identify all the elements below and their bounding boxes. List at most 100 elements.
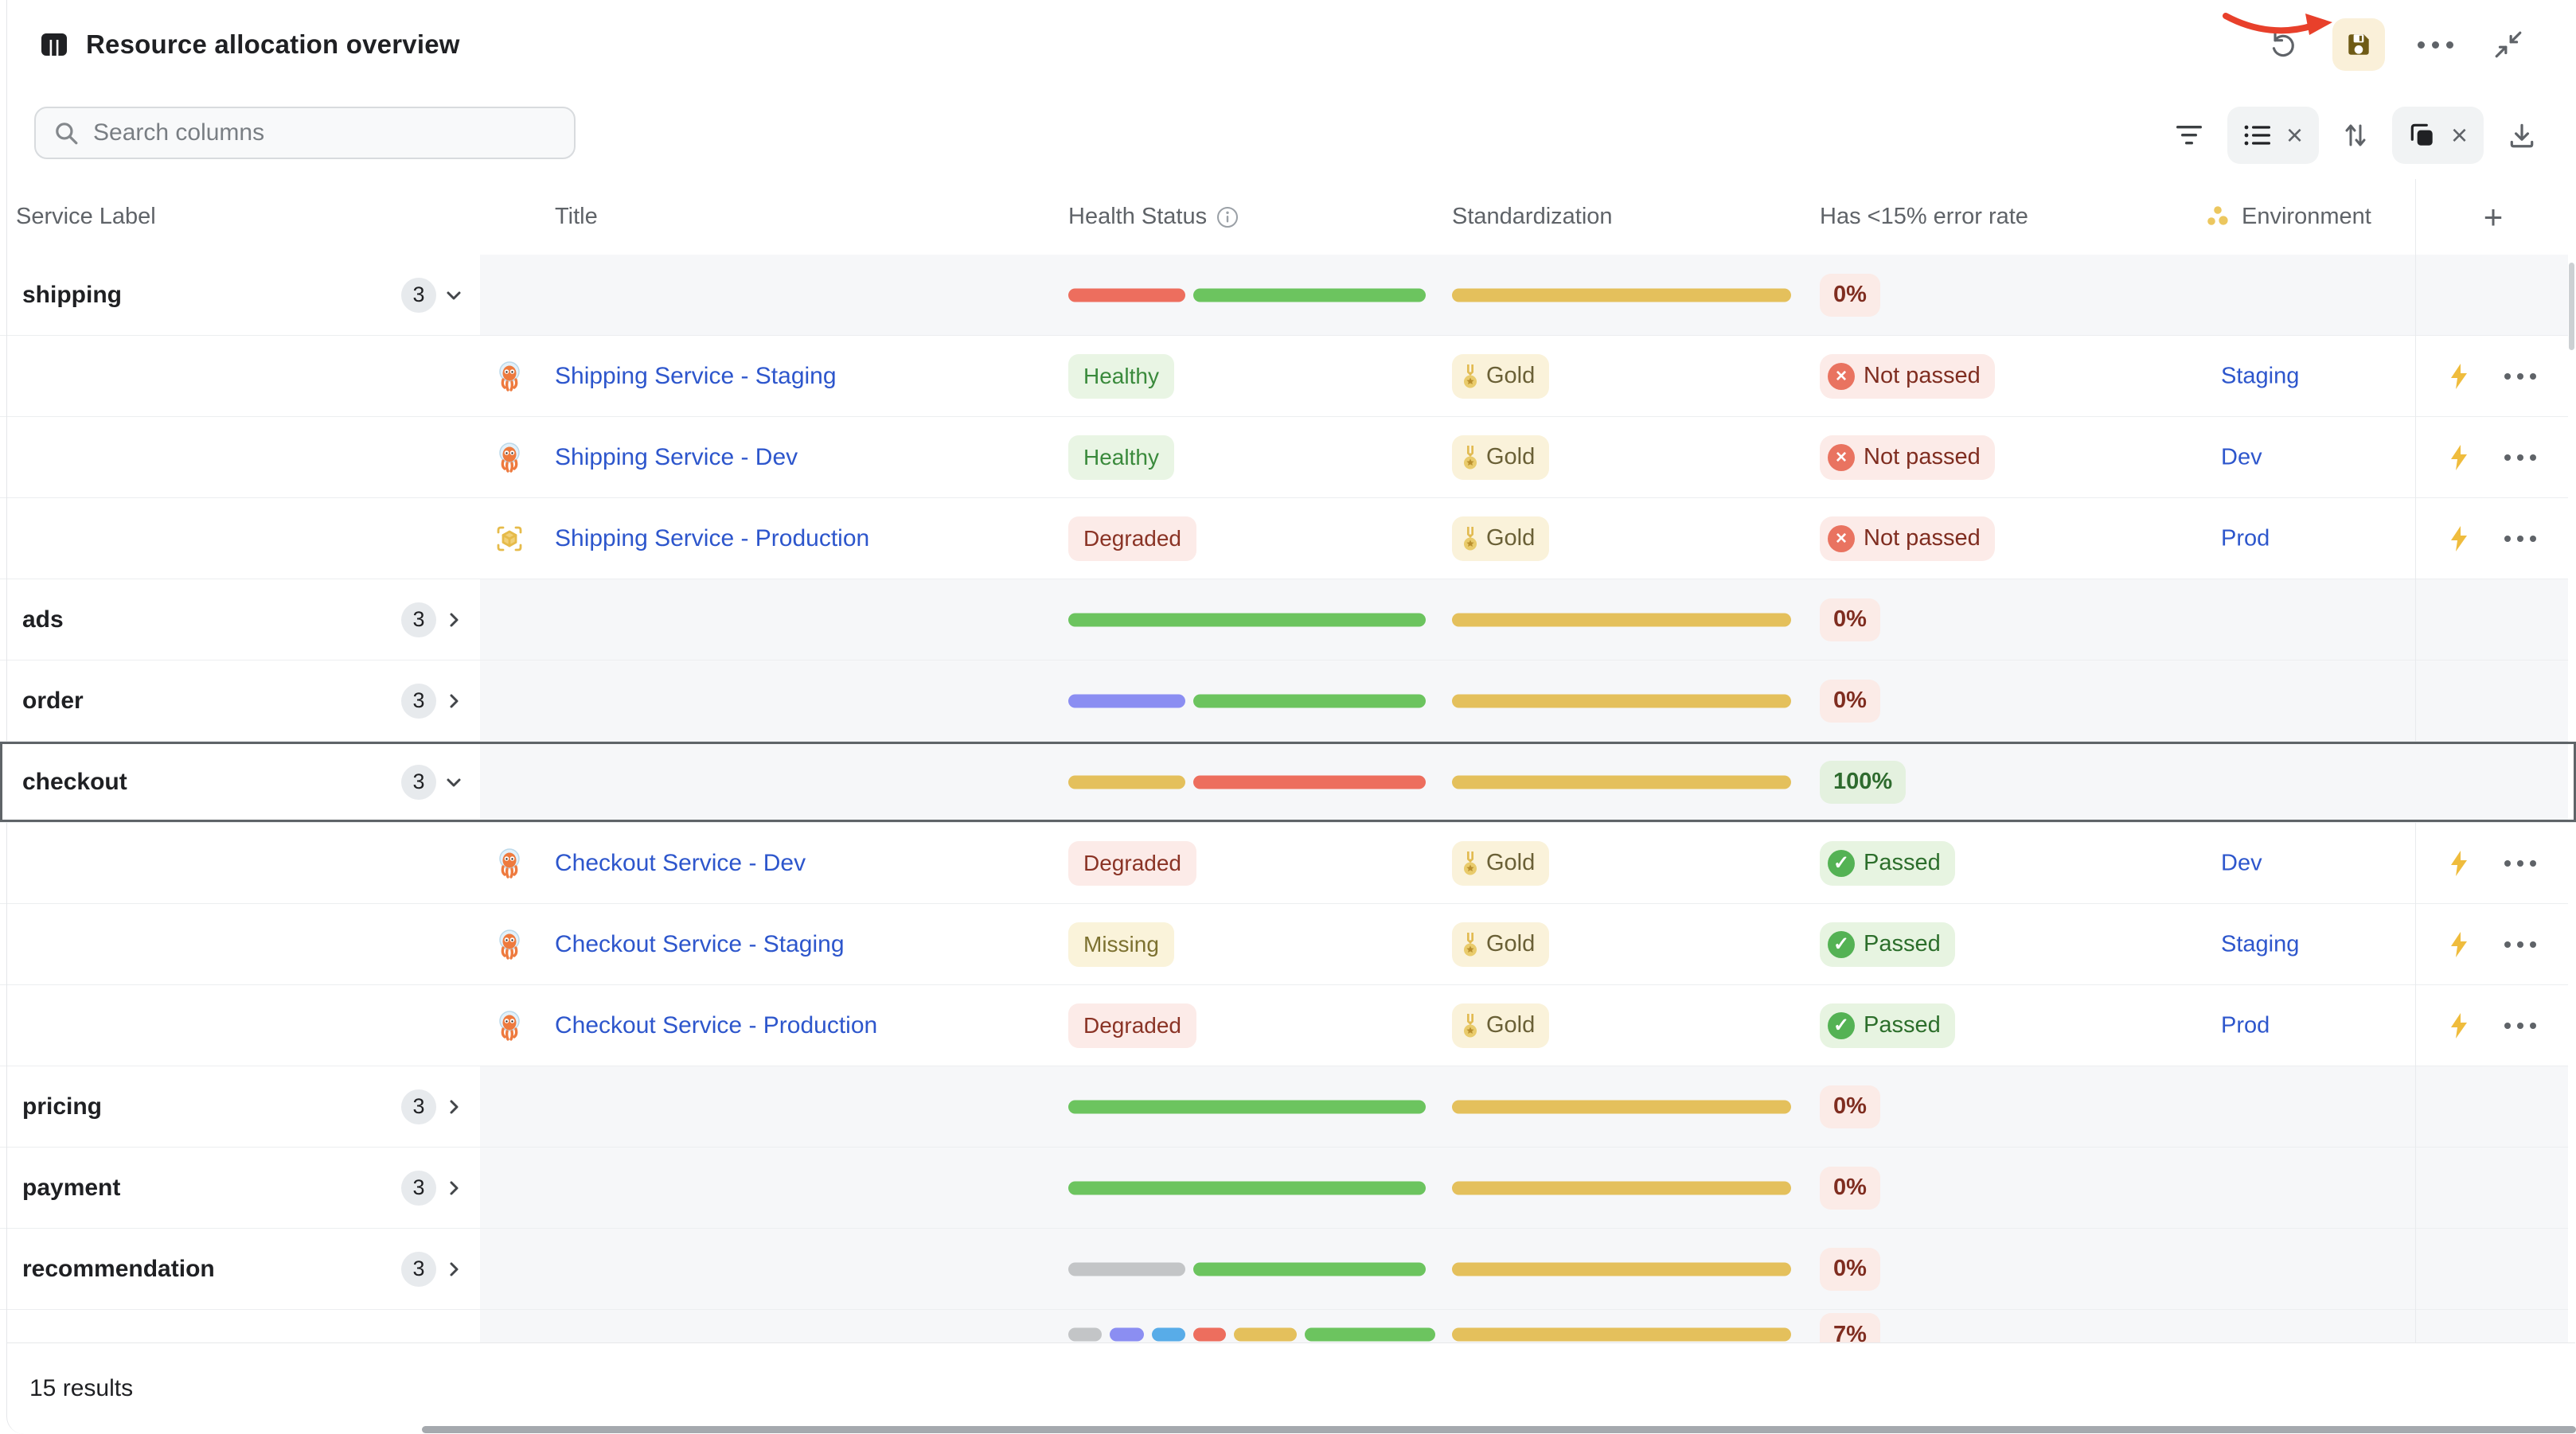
- check-label: Passed: [1864, 931, 1941, 957]
- row-more-icon[interactable]: [2504, 941, 2536, 948]
- standardization-bar: [1452, 775, 1791, 789]
- error-check-badge: ✓ Passed: [1820, 922, 1955, 967]
- service-row[interactable]: Checkout Service - ProductionDegradedGol…: [0, 985, 2576, 1066]
- health-segment-green: [1193, 1262, 1426, 1276]
- copy-stack-icon[interactable]: [2408, 121, 2437, 150]
- service-row[interactable]: Checkout Service - DevDegradedGold✓Passe…: [0, 823, 2576, 904]
- save-view-button[interactable]: [2332, 18, 2385, 71]
- health-segment-gray: [1068, 1328, 1102, 1342]
- row-more-icon[interactable]: [2504, 536, 2536, 542]
- service-label-cell: order3: [0, 660, 480, 741]
- health-segment-blue: [1152, 1328, 1185, 1342]
- service-title-link[interactable]: Checkout Service - Production: [555, 1012, 877, 1039]
- group-count-badge[interactable]: 3: [401, 1252, 436, 1287]
- vertical-scrollbar[interactable]: [2569, 263, 2574, 350]
- filter-button[interactable]: [2175, 124, 2203, 146]
- service-label-cell: ads3: [0, 579, 480, 660]
- chevron-right-icon[interactable]: [443, 1258, 465, 1280]
- service-row[interactable]: Checkout Service - StagingMissingGold✓Pa…: [0, 904, 2576, 985]
- lightning-icon[interactable]: [2447, 361, 2471, 392]
- group-count-badge[interactable]: 3: [401, 278, 436, 313]
- service-title-link[interactable]: Checkout Service - Staging: [555, 931, 845, 958]
- lightning-icon[interactable]: [2447, 848, 2471, 879]
- chevron-down-icon[interactable]: [443, 771, 465, 793]
- environment-link[interactable]: Staging: [2221, 931, 2299, 957]
- group-by-pill[interactable]: ×: [2227, 107, 2319, 164]
- service-title-link[interactable]: Checkout Service - Dev: [555, 850, 806, 877]
- horizontal-scrollbar[interactable]: [422, 1426, 2576, 1433]
- clear-group-by-icon[interactable]: ×: [2286, 121, 2303, 150]
- undo-button[interactable]: [2259, 21, 2305, 68]
- group-count-badge[interactable]: 3: [401, 684, 436, 719]
- lightning-icon[interactable]: [2447, 524, 2471, 554]
- group-label: checkout: [22, 769, 127, 796]
- column-header-standardization[interactable]: Standardization: [1452, 179, 1613, 255]
- chevron-right-icon[interactable]: [443, 690, 465, 712]
- service-title-link[interactable]: Shipping Service - Production: [555, 525, 869, 552]
- error-check-badge: ✓Passed: [1820, 1003, 1955, 1048]
- environment-link[interactable]: Prod: [2221, 1012, 2270, 1038]
- environment-link[interactable]: Dev: [2221, 850, 2262, 876]
- row-more-icon[interactable]: [2504, 860, 2536, 867]
- group-row[interactable]: ads30%: [0, 579, 2576, 660]
- stack-pill[interactable]: ×: [2392, 107, 2484, 164]
- row-more-icon[interactable]: [2504, 1023, 2536, 1029]
- column-header-service-label[interactable]: Service Label: [16, 179, 156, 255]
- environment-link[interactable]: Dev: [2221, 444, 2262, 470]
- column-header-error-rate[interactable]: Has <15% error rate: [1820, 179, 2028, 255]
- more-options-button[interactable]: [2412, 21, 2458, 68]
- environment-link[interactable]: Prod: [2221, 525, 2270, 551]
- health-segment-purple: [1110, 1328, 1144, 1342]
- lightning-icon[interactable]: [2447, 442, 2471, 473]
- page-title: Resource allocation overview: [86, 29, 460, 60]
- add-column-button[interactable]: +: [2471, 179, 2516, 255]
- row-more-icon[interactable]: [2504, 454, 2536, 461]
- panel-left-border: [6, 0, 7, 1342]
- list-icon[interactable]: [2243, 123, 2272, 147]
- collapse-button[interactable]: [2485, 21, 2531, 68]
- column-header-title[interactable]: Title: [555, 179, 598, 255]
- lightning-icon[interactable]: [2447, 1011, 2471, 1041]
- standardization-bar: [1452, 1262, 1791, 1276]
- group-row[interactable]: shipping30%: [0, 255, 2576, 336]
- chevron-right-icon[interactable]: [443, 1177, 465, 1199]
- service-row[interactable]: Shipping Service - ProductionDegradedGol…: [0, 498, 2576, 579]
- environment-link[interactable]: Staging: [2221, 363, 2299, 389]
- service-title-link[interactable]: Shipping Service - Staging: [555, 363, 837, 390]
- download-button[interactable]: [2508, 121, 2536, 150]
- chevron-right-icon[interactable]: [443, 1096, 465, 1118]
- search-columns-box[interactable]: [34, 107, 576, 159]
- service-row[interactable]: Shipping Service - DevHealthyGold×Not pa…: [0, 417, 2576, 498]
- column-header-environment[interactable]: Environment: [2203, 179, 2371, 255]
- search-columns-input[interactable]: [92, 119, 509, 147]
- health-distribution-bar: [1068, 775, 1426, 789]
- group-row[interactable]: pricing30%: [0, 1066, 2576, 1148]
- standardization-label: Gold: [1486, 1012, 1535, 1038]
- standardization-label: Gold: [1486, 525, 1535, 551]
- column-header-health-status[interactable]: Health Status: [1068, 179, 1239, 255]
- service-label-cell: shipping3: [0, 255, 480, 335]
- download-icon: [2508, 121, 2536, 150]
- group-count-badge[interactable]: 3: [401, 602, 436, 637]
- health-status-badge: Missing: [1068, 922, 1174, 967]
- group-count-badge[interactable]: 3: [401, 765, 436, 800]
- group-row[interactable]: checkout3100%: [0, 742, 2576, 823]
- row-more-icon[interactable]: [2504, 373, 2536, 380]
- health-segment-gold: [1068, 775, 1185, 789]
- health-segment-green: [1068, 1181, 1426, 1194]
- group-row[interactable]: recommendation30%: [0, 1229, 2576, 1310]
- group-count-badge[interactable]: 3: [401, 1089, 436, 1124]
- sort-button[interactable]: [2343, 121, 2368, 150]
- info-icon[interactable]: [1216, 206, 1239, 228]
- chevron-right-icon[interactable]: [443, 609, 465, 631]
- chevron-down-icon[interactable]: [443, 284, 465, 306]
- group-count-badge[interactable]: 3: [401, 1171, 436, 1206]
- check-circle-icon: ✓: [1828, 931, 1855, 958]
- lightning-icon[interactable]: [2447, 929, 2471, 960]
- group-row[interactable]: order30%: [0, 660, 2576, 742]
- service-row[interactable]: Shipping Service - StagingHealthyGold×No…: [0, 336, 2576, 417]
- service-title-link[interactable]: Shipping Service - Dev: [555, 444, 798, 471]
- group-row[interactable]: payment30%: [0, 1148, 2576, 1229]
- clear-stack-icon[interactable]: ×: [2451, 121, 2468, 150]
- error-check-badge: ×Not passed: [1820, 354, 1995, 399]
